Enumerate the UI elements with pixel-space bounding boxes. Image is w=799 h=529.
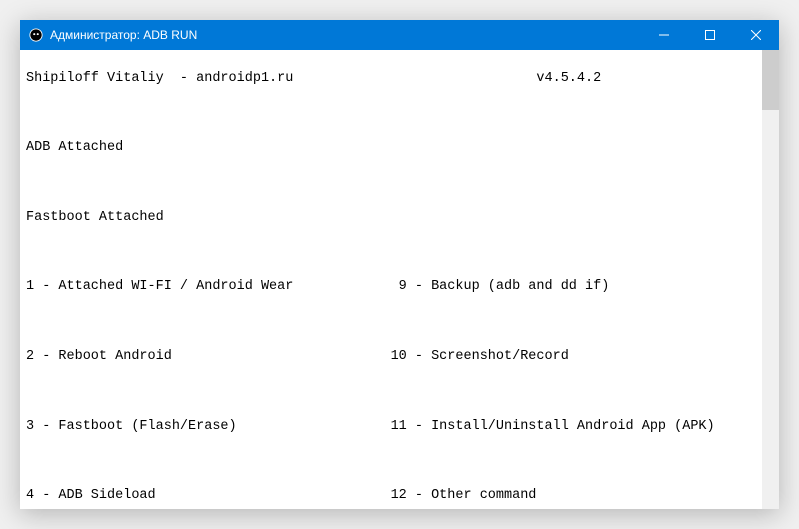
app-icon: [28, 27, 44, 43]
header-spacer: [293, 71, 536, 86]
close-button[interactable]: [733, 20, 779, 50]
scrollbar-thumb[interactable]: [762, 50, 779, 110]
menu-item-2: 2 - Reboot Android: [26, 349, 172, 364]
menu-item-3: 3 - Fastboot (Flash/Erase): [26, 419, 237, 434]
menu-item-4: 4 - ADB Sideload: [26, 488, 156, 503]
menu-item-9: 9 - Backup (adb and dd if): [391, 279, 610, 294]
adb-status: ADB Attached: [26, 139, 773, 157]
menu-item-10: 10 - Screenshot/Record: [391, 349, 569, 364]
minimize-button[interactable]: [641, 20, 687, 50]
console-output[interactable]: Shipiloff Vitaliy - androidp1.ru v4.5.4.…: [20, 50, 779, 509]
window-title: Администратор: ADB RUN: [50, 28, 641, 42]
scrollbar[interactable]: [762, 50, 779, 509]
menu-item-1: 1 - Attached WI-FI / Android Wear: [26, 279, 293, 294]
version-text: v4.5.4.2: [536, 71, 601, 86]
fastboot-status: Fastboot Attached: [26, 209, 773, 227]
menu-item-12: 12 - Other command: [391, 488, 537, 503]
maximize-button[interactable]: [687, 20, 733, 50]
author-text: Shipiloff Vitaliy - androidp1.ru: [26, 71, 293, 86]
menu-item-11: 11 - Install/Uninstall Android App (APK): [391, 419, 715, 434]
app-window: Администратор: ADB RUN Shipiloff Vitaliy…: [20, 20, 779, 509]
window-controls: [641, 20, 779, 50]
titlebar[interactable]: Администратор: ADB RUN: [20, 20, 779, 50]
